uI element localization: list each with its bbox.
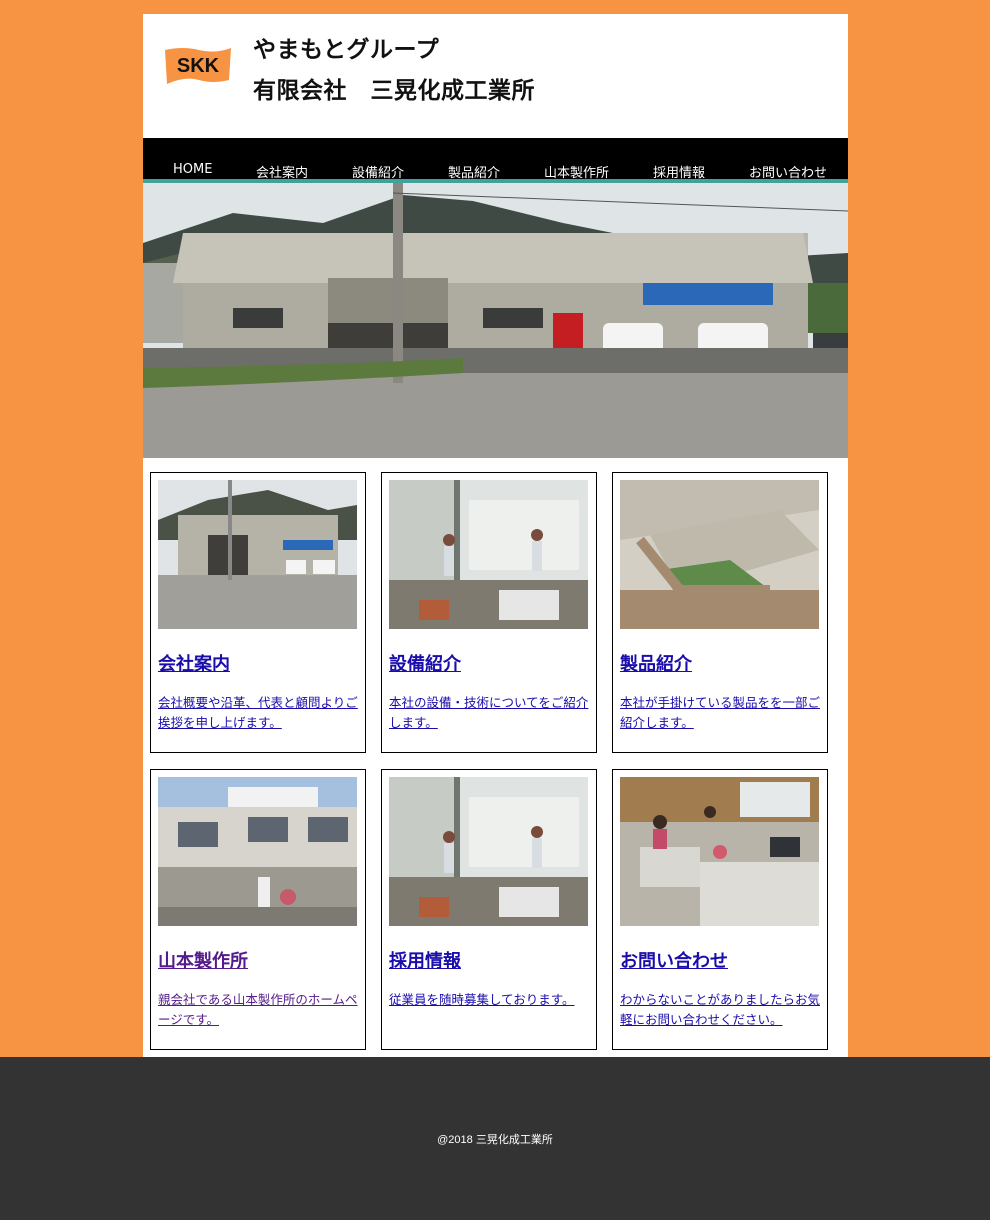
skk-logo[interactable]: SKK <box>163 44 233 88</box>
card-company: 会社案内 会社概要や沿革、代表と顧問よりご挨拶を申し上げます。 <box>150 472 366 753</box>
card-title-recruit[interactable]: 採用情報 <box>389 947 461 973</box>
thumb-yamamoto-photo[interactable] <box>158 777 357 926</box>
card-yamamoto: 山本製作所 親会社である山本製作所のホームページです。 <box>150 769 366 1050</box>
thumb-products-photo[interactable] <box>620 480 819 629</box>
card-equipment: 設備紹介 本社の設備・技術についてをご紹介します。 <box>381 472 597 753</box>
company-name: 有限会社 三晃化成工業所 <box>253 78 535 104</box>
card-desc-company[interactable]: 会社概要や沿革、代表と顧問よりご挨拶を申し上げます。 <box>158 693 358 733</box>
nav-company[interactable]: 会社案内 <box>256 162 308 181</box>
nav-yamamoto[interactable]: 山本製作所 <box>544 162 609 181</box>
main-nav: HOME 会社案内 設備紹介 製品紹介 山本製作所 採用情報 お問い合わせ <box>143 138 848 183</box>
card-title-products[interactable]: 製品紹介 <box>620 650 692 676</box>
thumb-recruit-photo[interactable] <box>389 777 588 926</box>
site-header: SKK やまもとグループ 有限会社 三晃化成工業所 <box>143 14 848 138</box>
card-contact: お問い合わせ わからないことがありましたらお気軽にお問い合わせください。 <box>612 769 828 1050</box>
nav-products[interactable]: 製品紹介 <box>448 162 500 181</box>
card-desc-products[interactable]: 本社が手掛けている製品をを一部ご紹介します。 <box>620 693 820 733</box>
hero-factory-photo <box>143 183 848 458</box>
card-title-company[interactable]: 会社案内 <box>158 650 230 676</box>
nav-recruit[interactable]: 採用情報 <box>653 162 705 181</box>
thumb-equipment-photo[interactable] <box>389 480 588 629</box>
nav-equipment[interactable]: 設備紹介 <box>352 162 404 181</box>
card-products: 製品紹介 本社が手掛けている製品をを一部ご紹介します。 <box>612 472 828 753</box>
card-title-equipment[interactable]: 設備紹介 <box>389 650 461 676</box>
card-recruit: 採用情報 従業員を随時募集しております。 <box>381 769 597 1050</box>
card-desc-recruit[interactable]: 従業員を随時募集しております。 <box>389 990 589 1010</box>
card-desc-equipment[interactable]: 本社の設備・技術についてをご紹介します。 <box>389 693 589 733</box>
card-title-yamamoto[interactable]: 山本製作所 <box>158 947 248 973</box>
card-desc-contact[interactable]: わからないことがありましたらお気軽にお問い合わせください。 <box>620 990 820 1030</box>
svg-text:SKK: SKK <box>177 55 220 77</box>
page-container: SKK やまもとグループ 有限会社 三晃化成工業所 HOME 会社案内 設備紹介… <box>143 14 848 1057</box>
card-desc-yamamoto[interactable]: 親会社である山本製作所のホームページです。 <box>158 990 358 1030</box>
group-name: やまもとグループ <box>253 37 440 63</box>
copyright: @2018 三晃化成工業所 <box>437 1134 553 1146</box>
thumb-contact-photo[interactable] <box>620 777 819 926</box>
card-title-contact[interactable]: お問い合わせ <box>620 947 728 973</box>
nav-home[interactable]: HOME <box>173 162 212 177</box>
site-footer: @2018 三晃化成工業所 <box>0 1057 990 1220</box>
thumb-company-photo[interactable] <box>158 480 357 629</box>
nav-contact[interactable]: お問い合わせ <box>749 162 827 181</box>
